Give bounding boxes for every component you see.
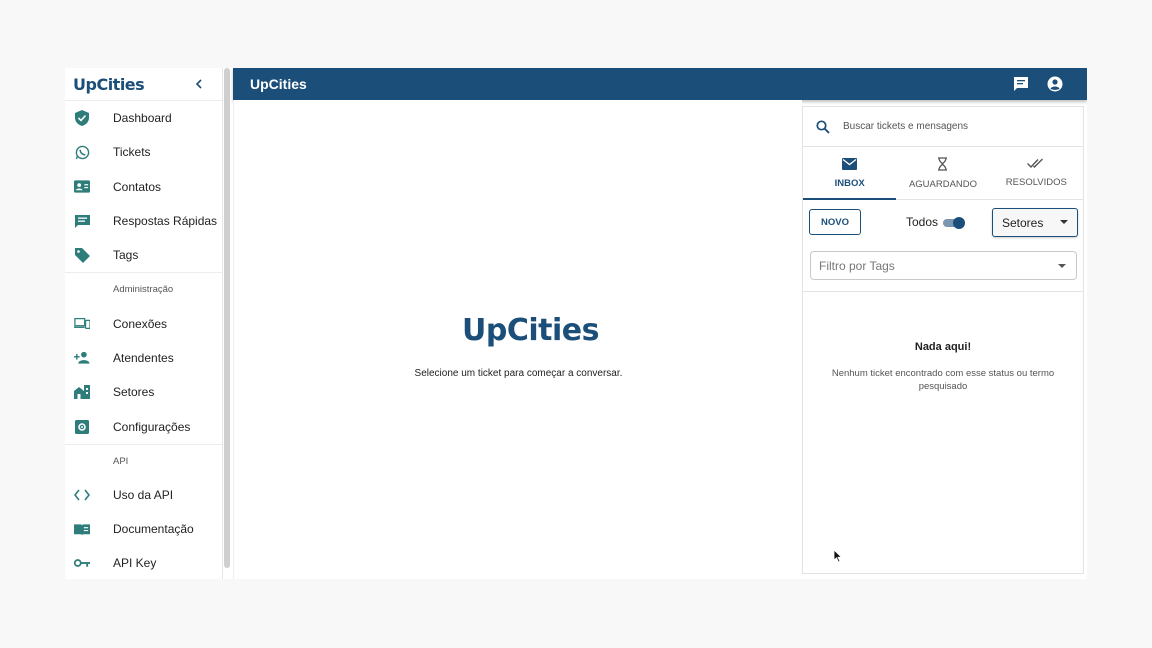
tag-icon [74, 247, 90, 263]
new-ticket-button[interactable]: NOVO [809, 209, 861, 235]
sidebar-item-label: Dashboard [113, 111, 172, 126]
sidebar-item-tags[interactable]: Tags [65, 238, 222, 272]
chevron-left-icon[interactable] [194, 76, 204, 92]
sidebar-section-api: API [65, 443, 222, 478]
quick-reply-icon [74, 213, 90, 229]
sidebar-item-conexoes[interactable]: Conexões [65, 306, 222, 340]
tab-inbox[interactable]: INBOX [803, 147, 897, 200]
sidebar-item-dashboard[interactable]: Dashboard [65, 101, 222, 135]
tab-label: RESOLVIDOS [1005, 177, 1067, 188]
sidebar-item-api-key[interactable]: API Key [65, 546, 222, 579]
main-logo: UpCities [462, 313, 599, 348]
sidebar-item-label: Setores [113, 385, 155, 400]
dropdown-arrow-icon [1060, 220, 1068, 224]
sidebar-header: UpCities [65, 68, 222, 101]
empty-state-text: Nenhum ticket encontrado com esse status… [831, 368, 1055, 392]
sectors-select-value: Setores [1002, 215, 1044, 230]
sidebar-item-configuracoes[interactable]: Configurações [65, 409, 222, 443]
search-icon [816, 119, 830, 134]
hourglass-icon [938, 156, 948, 171]
select-ticket-message: Selecione um ticket para começar a conve… [414, 368, 623, 379]
sidebar-item-atendentes[interactable]: Atendentes [65, 341, 222, 375]
sidebar-logo: UpCities [73, 74, 145, 94]
conversation-area: UpCities Selecione um ticket para começa… [233, 100, 802, 579]
mail-icon [842, 157, 858, 170]
sidebar-item-label: Conexões [113, 316, 168, 331]
ticket-tabs: INBOX AGUARDANDO RESOLVIDOS [803, 147, 1083, 200]
tab-label: INBOX [834, 177, 865, 189]
sidebar-item-documentacao[interactable]: Documentação [65, 512, 222, 546]
app-window: UpCities Dashboard Tickets Contatos Resp… [65, 68, 1087, 579]
sidebar-item-uso-da-api[interactable]: Uso da API [65, 478, 222, 512]
building-icon [74, 384, 90, 400]
sidebar-section-administracao: Administração [65, 272, 222, 306]
person-add-icon [74, 350, 90, 366]
sectors-select[interactable]: Setores [992, 208, 1078, 237]
app-bar-title: UpCities [250, 76, 307, 92]
sidebar-item-label: API Key [113, 556, 157, 571]
sidebar-item-tickets[interactable]: Tickets [65, 135, 222, 169]
devices-icon [74, 316, 90, 332]
tags-filter-placeholder: Filtro por Tags [819, 258, 895, 273]
sidebar-item-label: Respostas Rápidas [113, 214, 218, 229]
sidebar-item-label: Tags [113, 248, 139, 263]
contact-card-icon [74, 179, 90, 195]
tab-resolvidos[interactable]: RESOLVIDOS [990, 147, 1083, 199]
ticket-filters: NOVO Todos Setores Filtro por Tags [803, 200, 1083, 292]
sidebar-item-label: Configurações [113, 419, 191, 434]
account-circle-icon[interactable] [1047, 76, 1063, 92]
tab-aguardando[interactable]: AGUARDANDO [896, 147, 989, 199]
sidebar-item-label: Tickets [113, 145, 151, 160]
ticket-search-bar [803, 107, 1083, 147]
ticket-search-input[interactable] [843, 121, 1063, 132]
tags-filter-select[interactable]: Filtro por Tags [810, 251, 1077, 280]
app-bar: UpCities [233, 68, 1087, 100]
done-all-icon [1027, 158, 1044, 169]
mouse-cursor-icon [833, 549, 843, 563]
tickets-panel: INBOX AGUARDANDO RESOLVIDOS NOVO Todos S… [802, 106, 1084, 574]
sidebar-item-respostas-rapidas[interactable]: Respostas Rápidas [65, 204, 222, 238]
settings-icon [74, 419, 90, 435]
shield-check-icon [74, 110, 90, 127]
code-icon [74, 487, 90, 503]
tab-label: AGUARDANDO [908, 178, 978, 190]
sidebar-item-label: Uso da API [113, 487, 174, 502]
sidebar-item-label: Contatos [113, 179, 162, 194]
sidebar-item-setores[interactable]: Setores [65, 375, 222, 409]
todos-label: Todos [906, 215, 939, 229]
key-icon [74, 555, 90, 571]
sidebar-scrollbar[interactable] [224, 68, 230, 568]
dropdown-arrow-icon [1058, 264, 1066, 268]
todos-toggle[interactable] [943, 217, 965, 229]
sidebar-item-label: Atendentes [113, 350, 174, 365]
sidebar-item-label: Documentação [113, 522, 194, 537]
toggle-knob [953, 217, 965, 229]
empty-state-title: Nada aqui! [914, 341, 972, 353]
book-icon [74, 521, 90, 537]
sidebar: UpCities Dashboard Tickets Contatos Resp… [65, 68, 223, 579]
whatsapp-icon [74, 144, 90, 160]
chat-icon[interactable] [1013, 76, 1029, 92]
sidebar-item-contatos[interactable]: Contatos [65, 170, 222, 204]
